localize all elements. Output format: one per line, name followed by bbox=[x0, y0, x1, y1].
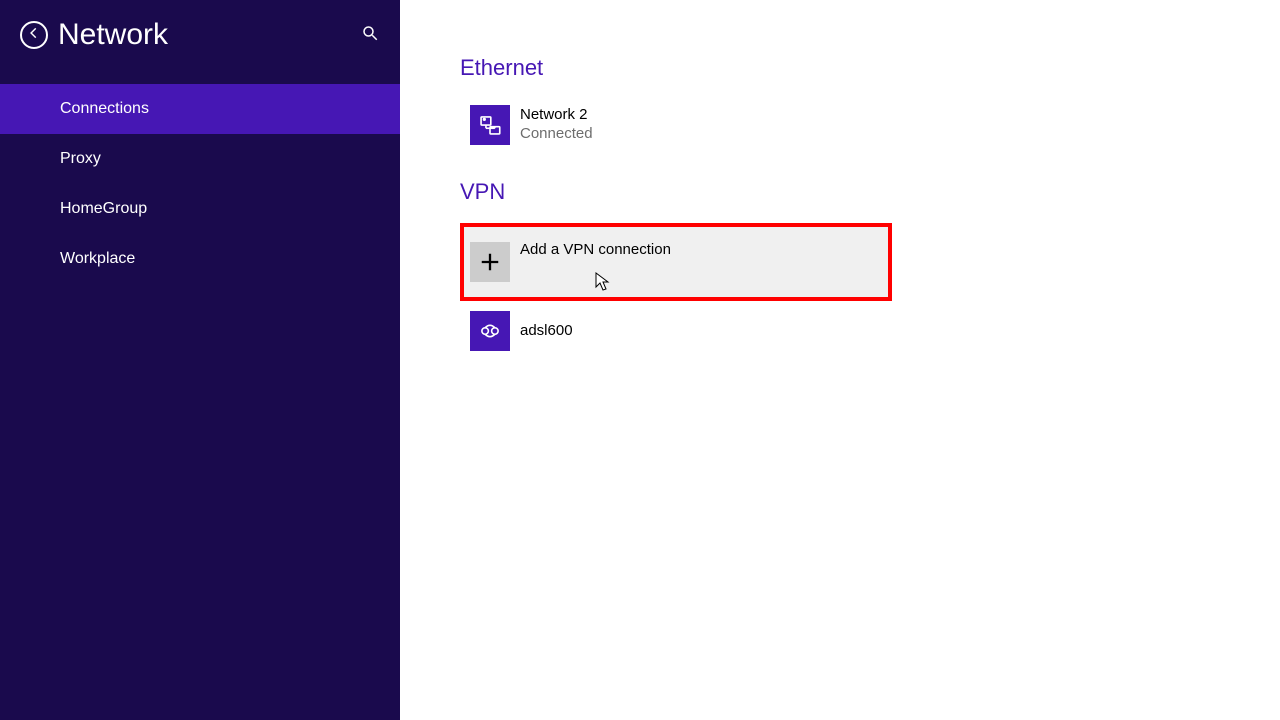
ethernet-icon bbox=[470, 105, 510, 145]
sidebar: Network Connections Proxy HomeGroup Work… bbox=[0, 0, 400, 720]
vpn-icon bbox=[470, 311, 510, 351]
sidebar-nav: Connections Proxy HomeGroup Workplace bbox=[0, 84, 400, 284]
vpn-connection-name: adsl600 bbox=[520, 322, 573, 341]
sidebar-item-label: HomeGroup bbox=[60, 200, 147, 218]
ethernet-heading: Ethernet bbox=[460, 55, 1220, 81]
add-vpn-button[interactable]: Add a VPN connection bbox=[464, 227, 888, 297]
vpn-heading: VPN bbox=[460, 179, 1220, 205]
ethernet-connection-status: Connected bbox=[520, 125, 593, 144]
sidebar-item-proxy[interactable]: Proxy bbox=[0, 134, 400, 184]
ethernet-connection[interactable]: Network 2 Connected bbox=[460, 99, 1220, 151]
sidebar-item-label: Proxy bbox=[60, 150, 101, 168]
page-title: Network bbox=[58, 18, 360, 52]
sidebar-item-label: Connections bbox=[60, 100, 149, 118]
ethernet-connection-name: Network 2 bbox=[520, 106, 593, 125]
add-vpn-label: Add a VPN connection bbox=[520, 241, 671, 258]
sidebar-item-connections[interactable]: Connections bbox=[0, 84, 400, 134]
add-vpn-highlight: Add a VPN connection bbox=[460, 223, 892, 301]
sidebar-item-label: Workplace bbox=[60, 250, 135, 268]
sidebar-item-workplace[interactable]: Workplace bbox=[0, 234, 400, 284]
back-arrow-icon bbox=[27, 26, 41, 45]
search-button[interactable] bbox=[360, 25, 380, 45]
main-content: Ethernet Network 2 Connected VPN bbox=[400, 0, 1280, 720]
search-icon bbox=[361, 24, 379, 47]
plus-icon bbox=[470, 242, 510, 282]
vpn-connection[interactable]: adsl600 bbox=[460, 305, 1220, 357]
sidebar-item-homegroup[interactable]: HomeGroup bbox=[0, 184, 400, 234]
back-button[interactable] bbox=[20, 21, 48, 49]
